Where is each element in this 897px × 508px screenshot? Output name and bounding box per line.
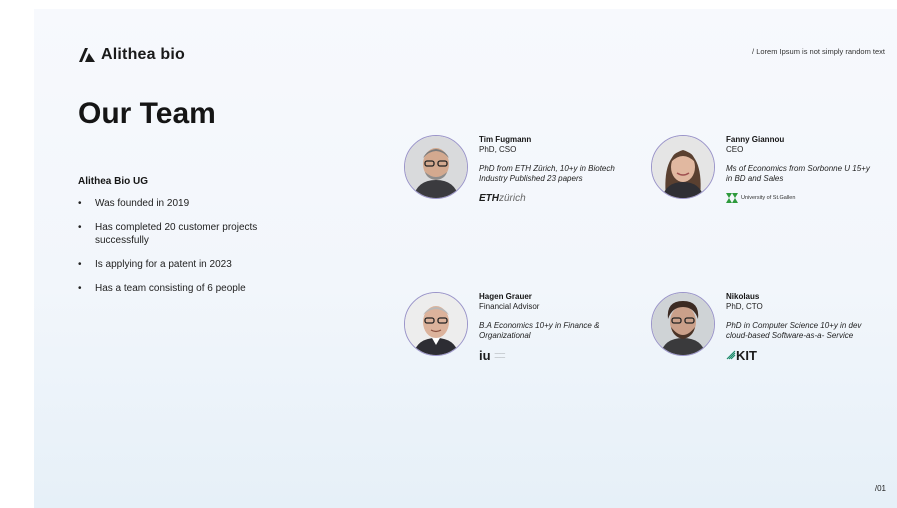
team-member-card: Hagen Grauer Financial Advisor B.A Econo… bbox=[404, 292, 624, 412]
brand-logo: Alithea bio bbox=[79, 46, 185, 64]
page-number: /01 bbox=[874, 484, 886, 493]
list-item: Has completed 20 customer projects succe… bbox=[78, 221, 308, 247]
member-role: PhD, CSO bbox=[479, 145, 517, 154]
avatar bbox=[651, 135, 715, 199]
kit-mark-icon bbox=[726, 350, 736, 360]
st-gallen-mark-icon bbox=[726, 193, 738, 203]
page-title: Our Team bbox=[78, 97, 216, 130]
avatar bbox=[651, 292, 715, 356]
member-description: PhD in Computer Science 10+y in dev clou… bbox=[726, 321, 862, 340]
member-role: CEO bbox=[726, 145, 744, 154]
member-role: Financial Advisor bbox=[479, 302, 540, 311]
iu-university-logo: iu ——— ——— bbox=[479, 347, 506, 363]
brand-name: Alithea bio bbox=[101, 46, 185, 63]
team-member-card: Fanny Giannou CEO Ms of Economics from S… bbox=[651, 135, 871, 255]
avatar bbox=[404, 135, 468, 199]
team-member-card: Tim Fugmann PhD, CSO PhD from ETH Zürich… bbox=[404, 135, 624, 255]
list-item: Is applying for a patent in 2023 bbox=[78, 258, 308, 271]
member-name: Hagen Grauer bbox=[479, 292, 532, 301]
university-st-gallen-logo: University of St.Gallen bbox=[726, 192, 876, 204]
company-name: Alithea Bio UG bbox=[78, 176, 149, 187]
member-name: Nikolaus bbox=[726, 292, 760, 301]
list-item: Has a team consisting of 6 people bbox=[78, 282, 308, 295]
alithea-mark-icon bbox=[79, 48, 95, 62]
member-description: Ms of Economics from Sorbonne U 15+y in … bbox=[726, 164, 870, 183]
avatar bbox=[404, 292, 468, 356]
member-role: PhD, CTO bbox=[726, 302, 763, 311]
tagline: / Lorem Ipsum is not simply random text bbox=[752, 47, 885, 56]
kit-logo: KIT bbox=[726, 348, 876, 363]
member-description: B.A Economics 10+y in Finance & Organiza… bbox=[479, 321, 600, 340]
member-name: Fanny Giannou bbox=[726, 135, 785, 144]
list-item: Was founded in 2019 bbox=[78, 197, 308, 210]
company-facts-list: Was founded in 2019 Has completed 20 cus… bbox=[78, 197, 308, 306]
member-description: PhD from ETH Zürich, 10+y in Biotech Ind… bbox=[479, 164, 615, 183]
member-name: Tim Fugmann bbox=[479, 135, 532, 144]
slide: Alithea bio / Lorem Ipsum is not simply … bbox=[34, 9, 897, 508]
eth-zurich-logo: ETHzürich bbox=[479, 192, 526, 204]
team-member-card: Nikolaus PhD, CTO PhD in Computer Scienc… bbox=[651, 292, 871, 412]
